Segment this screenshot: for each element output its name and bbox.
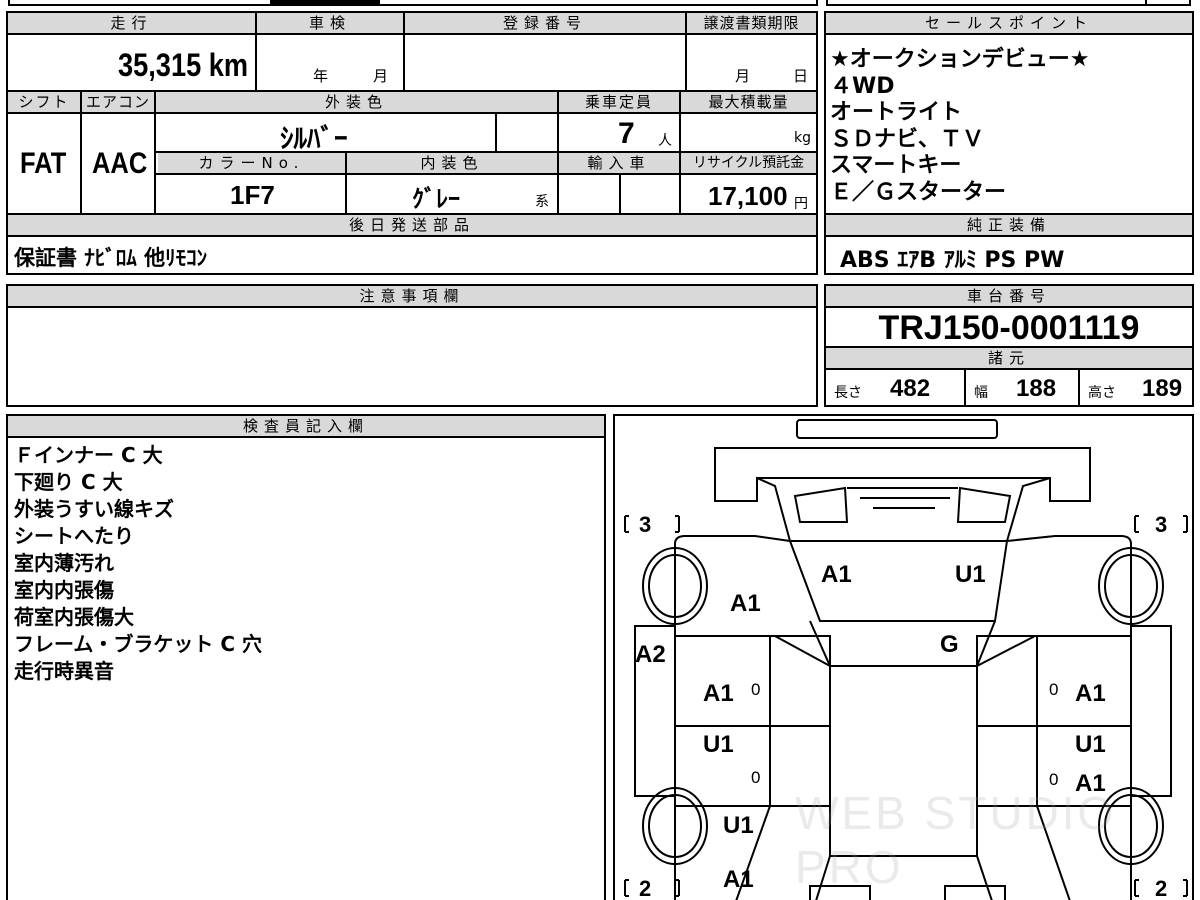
interior-color-suffix: 系 <box>535 194 549 210</box>
import-header: 輸入車 <box>559 153 679 173</box>
damage-mark-rear-door-left: U1 <box>703 731 734 758</box>
sales-point-item: ４WD <box>830 73 895 99</box>
max-load-header: 最大積載量 <box>681 92 816 112</box>
count-rear-left: 2 <box>639 876 652 900</box>
notes-header: 注意事項欄 <box>8 286 816 306</box>
capacity-header: 乗車定員 <box>559 92 679 112</box>
count-front-right: 3 <box>1155 512 1168 537</box>
inspector-line: 室内薄汚れ <box>14 551 114 575</box>
later-parts-header: 後日発送部品 <box>8 215 816 235</box>
length-label: 長さ <box>834 385 862 401</box>
capacity-value: 7 <box>618 117 635 150</box>
damage-mark-fender-left: A1 <box>730 590 761 617</box>
watermark: WEB STUDIO PRO <box>795 787 1117 893</box>
sales-point-item: ★オークションデビュー★ <box>830 47 1090 72</box>
damage-mark-windshield: G <box>940 631 959 658</box>
sales-point-item: オートライト <box>830 100 963 125</box>
inspector-line: 外装うすい線キズ <box>14 497 174 521</box>
inspection-header: 車検 <box>257 13 403 33</box>
inspector-line: 荷室内張傷大 <box>14 605 134 629</box>
inspection-year: 年 <box>313 67 329 85</box>
shift-value: FAT <box>20 147 67 180</box>
width-value: 188 <box>1016 375 1057 402</box>
door-zero: 0 <box>751 680 761 699</box>
mileage-header: 走行 <box>8 13 255 33</box>
inspector-header: 検査員記入欄 <box>8 416 604 436</box>
shift-header: シフト <box>8 92 80 112</box>
color-no-header: カラーNo. <box>158 153 345 173</box>
car-damage-diagram: 3 3 2 2 A1 U1 A1 A2 G A1 A1 U1 U1 A1 U1 … <box>613 414 1194 900</box>
inspector-line: シートへたり <box>14 524 134 548</box>
inspector-notes-box: 検査員記入欄 Ｆインナー C 大 下廻り C 大 外装うすい線キズ シートへたり… <box>6 414 606 900</box>
damage-mark-rear-door-right: U1 <box>1075 731 1106 758</box>
door-zero: 0 <box>1049 680 1059 699</box>
aircon-header: エアコン <box>82 92 154 112</box>
transfer-deadline-header: 譲渡書類期限 <box>687 13 816 33</box>
registration-header: 登録番号 <box>405 13 685 33</box>
damage-mark-rear-left: A1 <box>723 866 754 893</box>
sales-point-item: Ｅ／Ｇスターター <box>830 179 1007 205</box>
sales-points-list: ★オークションデビュー★ ４WD オートライト ＳＤナビ、ＴＶ スマートキー Ｅ… <box>830 47 1089 206</box>
count-front-left: 3 <box>639 512 652 537</box>
damage-mark-front-door-right: A1 <box>1075 680 1106 707</box>
damage-mark-rear-quarter-left: U1 <box>723 812 754 839</box>
recycle-unit: 円 <box>794 196 808 212</box>
inspection-month: 月 <box>373 67 389 85</box>
recycle-value: 17,100 <box>708 181 788 211</box>
aircon-value: AAC <box>92 147 148 180</box>
interior-color-value: ｸﾞﾚｰ <box>412 185 460 213</box>
inspector-line: 下廻り C 大 <box>14 470 123 494</box>
height-value: 189 <box>1142 375 1183 402</box>
max-load-unit: kg <box>794 130 811 146</box>
sales-point-item: ＳＤナビ、ＴＶ <box>830 126 985 152</box>
inspector-line: フレーム・ブラケット C 穴 <box>14 632 263 656</box>
chassis-header: 車台番号 <box>826 286 1192 306</box>
exterior-color-header: 外装色 <box>156 92 557 112</box>
sales-point-item: スマートキー <box>830 153 962 178</box>
damage-mark-front-door-left: A1 <box>703 680 734 707</box>
damage-mark-hood-left: A1 <box>821 561 852 588</box>
height-label: 高さ <box>1088 385 1116 401</box>
inspector-line: 走行時異音 <box>14 659 114 683</box>
transfer-day: 日 <box>793 67 809 85</box>
transfer-month: 月 <box>735 67 751 85</box>
color-no-value: 1F7 <box>230 180 275 210</box>
width-label: 幅 <box>974 385 988 401</box>
capacity-unit: 人 <box>658 133 672 149</box>
damage-mark-hood-right: U1 <box>955 561 986 588</box>
later-parts-value: 保証書 ﾅﾋﾞﾛﾑ 他ﾘﾓｺﾝ <box>14 246 208 270</box>
chassis-number: TRJ150-0001119 <box>878 309 1140 347</box>
inspector-line: Ｆインナー C 大 <box>14 443 163 467</box>
factory-equipment-value: ABS ｴｱB ｱﾙﾐ PS PW <box>840 248 1065 273</box>
sales-points-box: セールスポイント ★オークションデビュー★ ４WD オートライト ＳＤナビ、ＴＶ… <box>824 11 1194 275</box>
interior-color-header: 内装色 <box>347 153 557 173</box>
specs-header: 諸元 <box>826 348 1192 368</box>
inspector-lines: Ｆインナー C 大 下廻り C 大 外装うすい線キズ シートへたり 室内薄汚れ … <box>14 442 262 685</box>
length-value: 482 <box>890 375 931 402</box>
sales-points-header: セールスポイント <box>826 13 1192 33</box>
recycle-header: リサイクル預託金 <box>681 153 816 173</box>
chassis-specs-box: 車台番号 TRJ150-0001119 諸元 長さ 482 幅 188 高さ 1… <box>824 284 1194 407</box>
notes-box: 注意事項欄 <box>6 284 818 407</box>
damage-mark-sill-left: A2 <box>635 641 666 668</box>
vehicle-info-table: 走行 車検 登録番号 譲渡書類期限 35,315 km 年 月 月 日 シフト … <box>6 11 818 275</box>
inspector-line: 室内内張傷 <box>14 578 114 602</box>
mileage-value: 35,315 km <box>118 47 249 83</box>
factory-equipment-header: 純正装備 <box>826 215 1192 235</box>
door-zero: 0 <box>751 768 761 787</box>
